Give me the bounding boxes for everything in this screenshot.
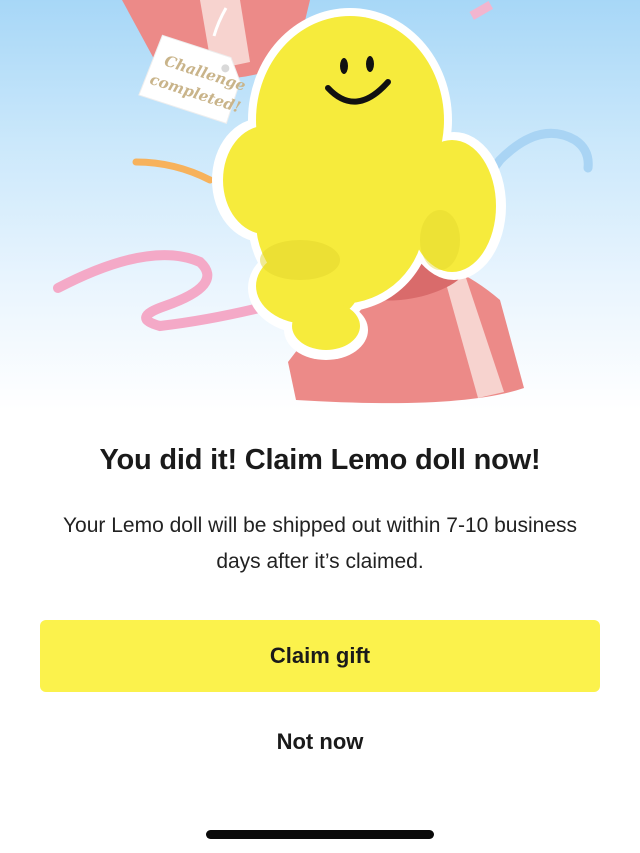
dialog-title: You did it! Claim Lemo doll now! bbox=[99, 444, 541, 476]
home-indicator[interactable] bbox=[206, 830, 434, 839]
confetti bbox=[469, 1, 494, 20]
dialog-body: Your Lemo doll will be shipped out withi… bbox=[62, 514, 578, 573]
orange-ribbon bbox=[132, 158, 214, 184]
celebration-illustration: Challenge completed! bbox=[0, 0, 640, 410]
claim-gift-button[interactable]: Claim gift bbox=[40, 620, 600, 692]
not-now-button[interactable]: Not now bbox=[200, 716, 440, 768]
celebration-artwork: Challenge completed! bbox=[53, 0, 593, 404]
